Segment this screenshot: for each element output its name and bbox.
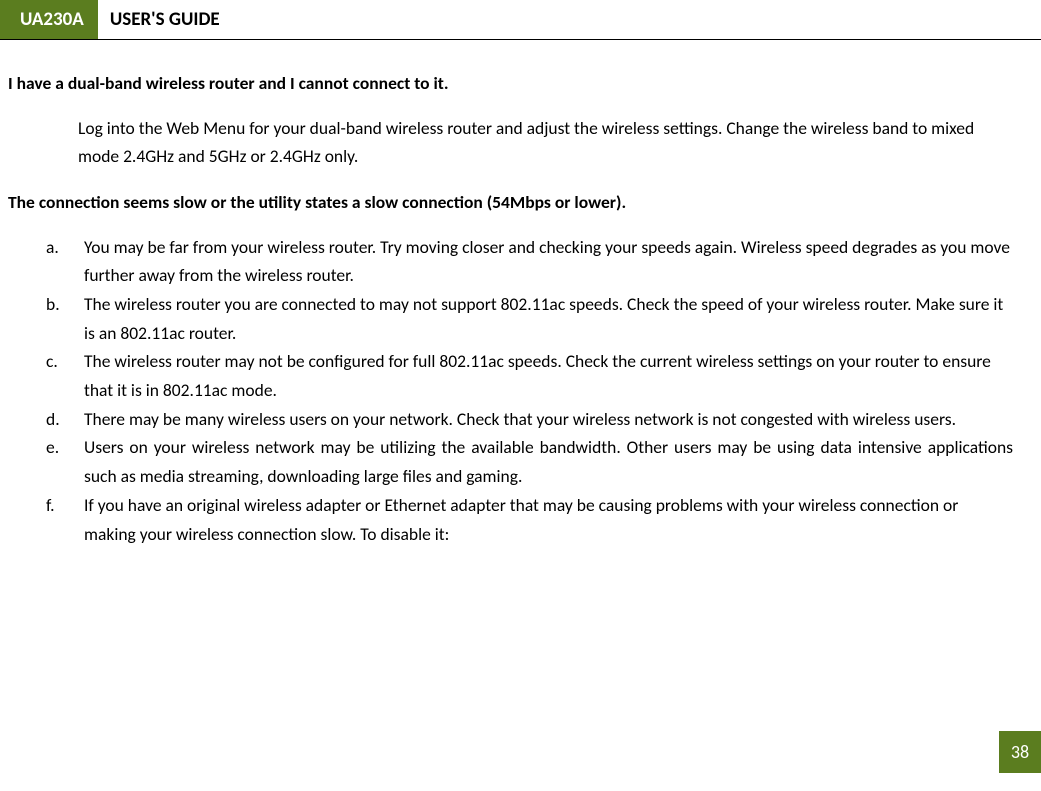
list-item: If you have an original wireless adapter… (46, 491, 1013, 548)
list-item: Users on your wireless network may be ut… (46, 433, 1013, 490)
guide-title: USER'S GUIDE (98, 0, 220, 39)
list-item: The wireless router may not be configure… (46, 347, 1013, 404)
model-badge: UA230A (0, 0, 98, 39)
faq-heading-2: The connection seems slow or the utility… (8, 191, 1013, 215)
header-band: UA230A USER'S GUIDE (0, 0, 1041, 40)
list-item: You may be far from your wireless router… (46, 233, 1013, 290)
page-content: I have a dual-band wireless router and I… (0, 72, 1041, 548)
list-item: There may be many wireless users on your… (46, 405, 1013, 434)
page-number: 38 (999, 731, 1041, 773)
faq-heading-1: I have a dual-band wireless router and I… (8, 72, 1013, 96)
faq-ordered-list: You may be far from your wireless router… (46, 233, 1013, 549)
list-item: The wireless router you are connected to… (46, 290, 1013, 347)
faq-answer-1: Log into the Web Menu for your dual-band… (78, 114, 1013, 171)
